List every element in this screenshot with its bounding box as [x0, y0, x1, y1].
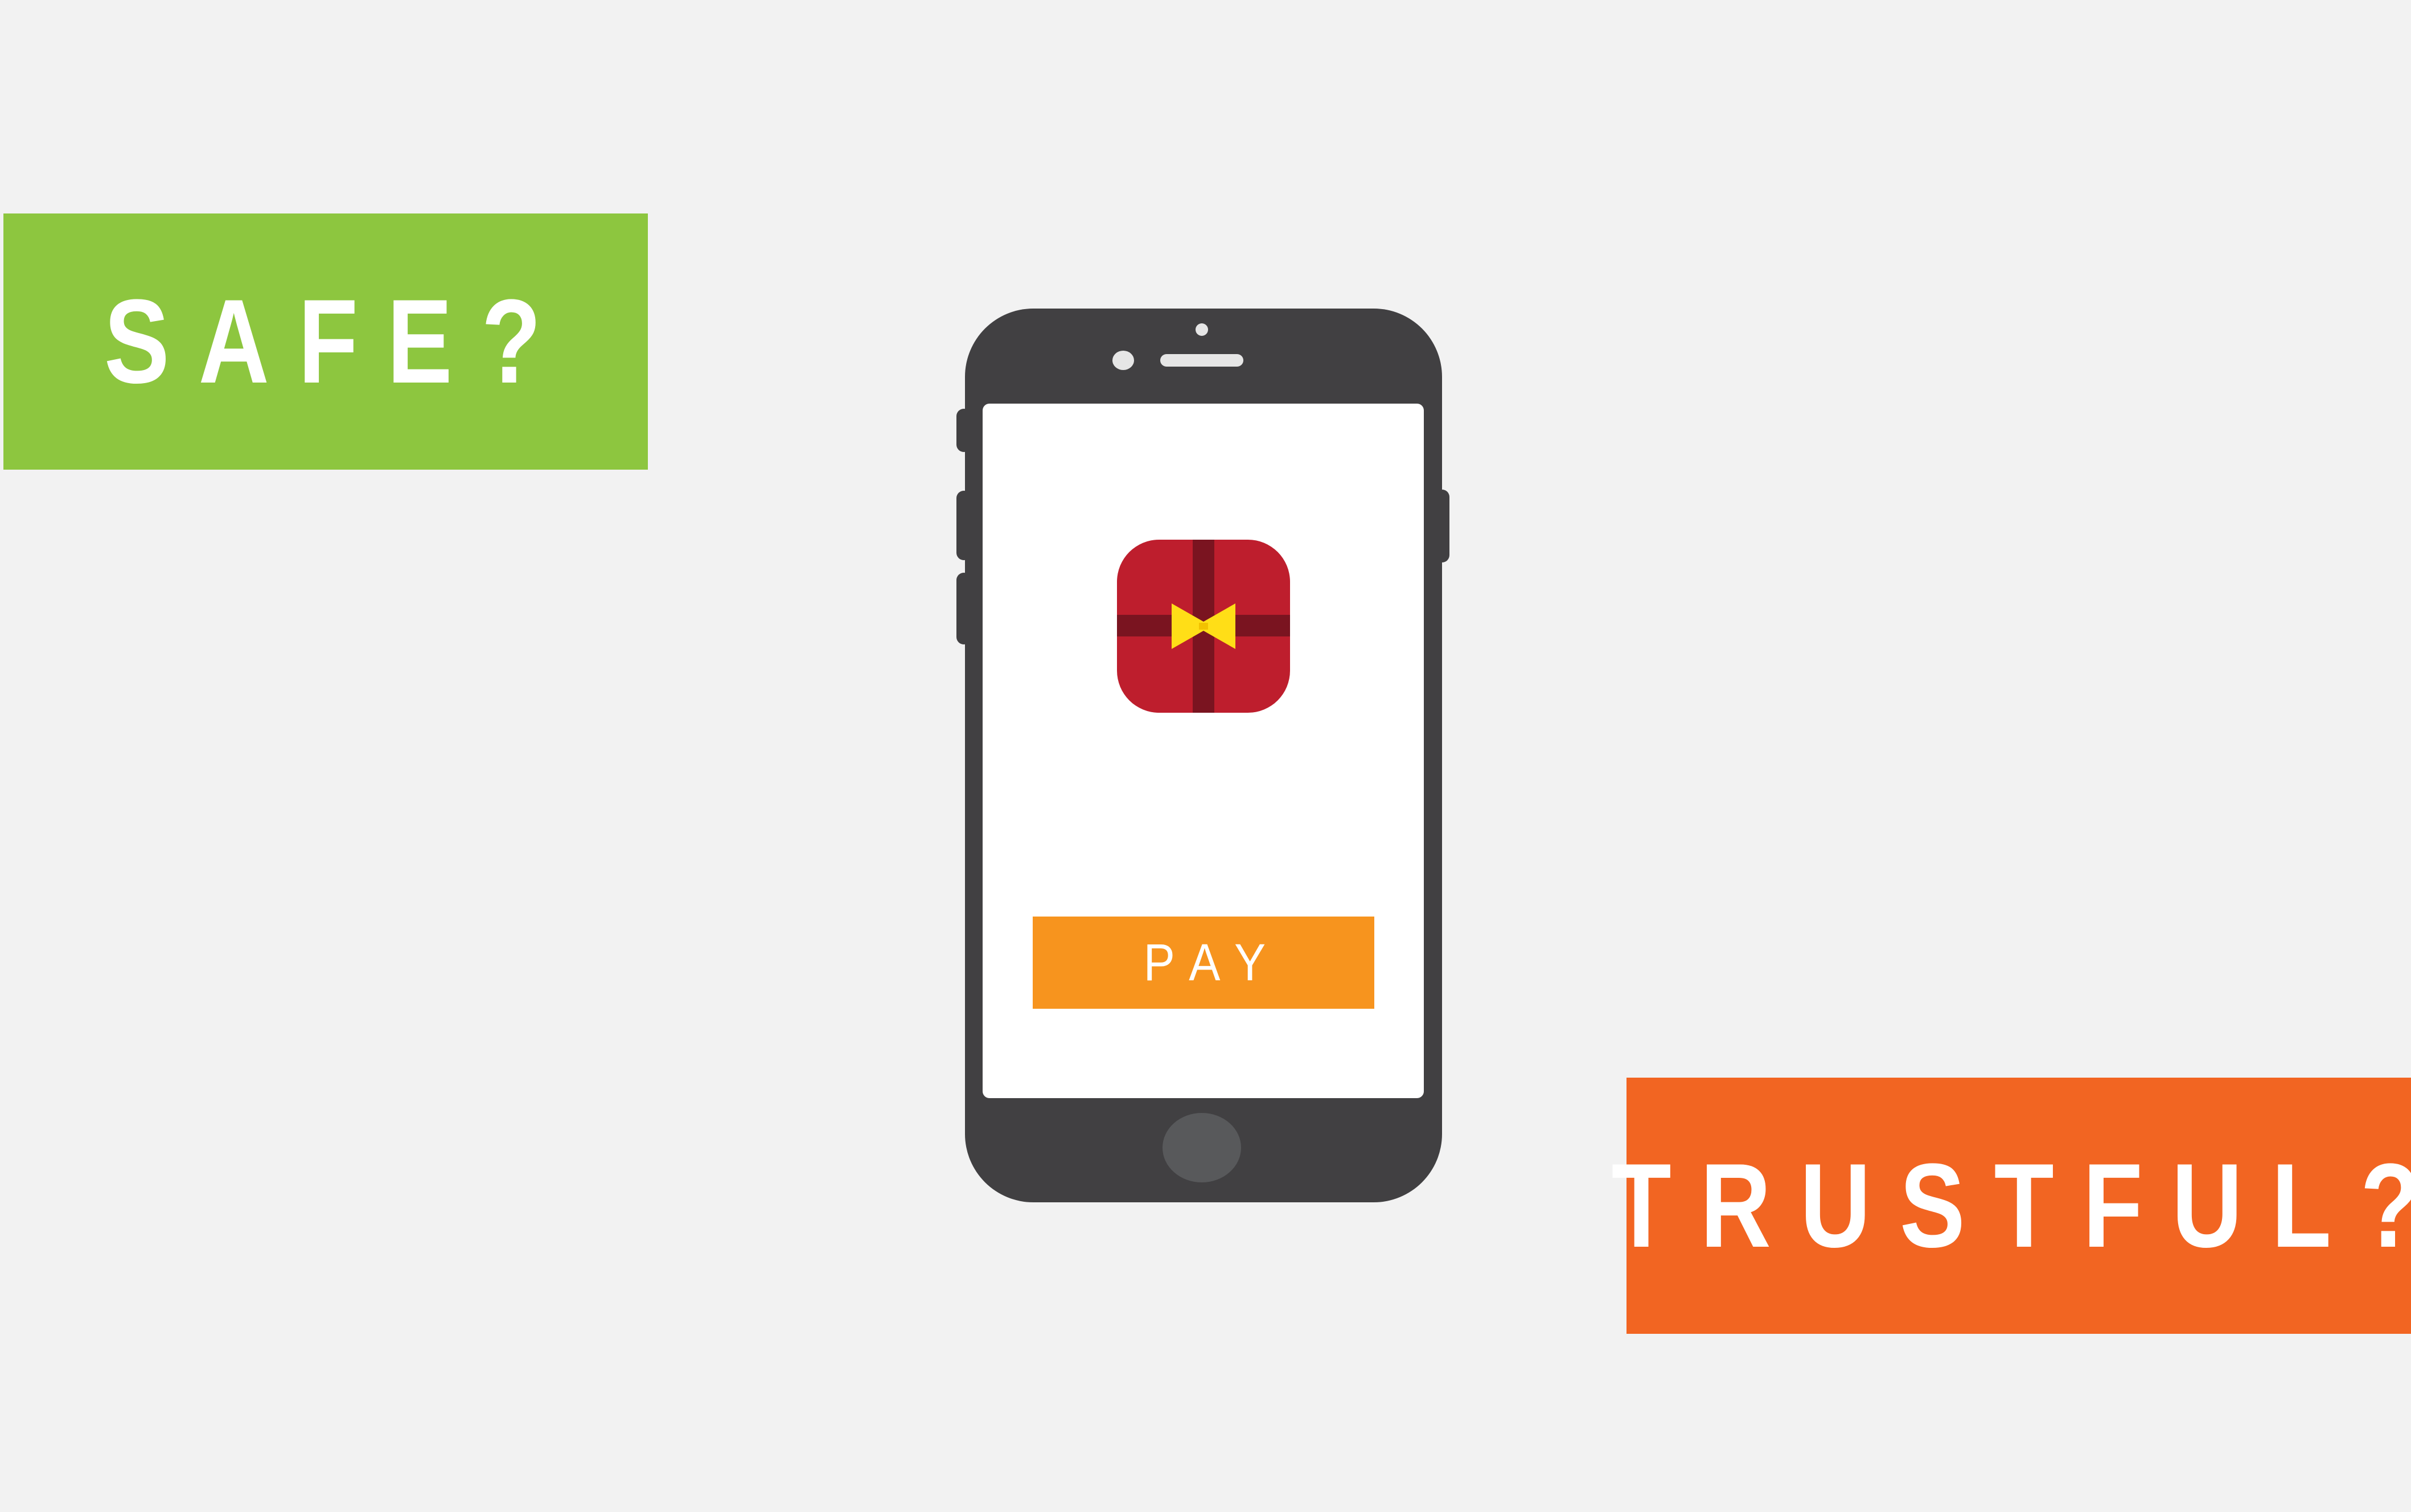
gift-bow-icon [1172, 603, 1235, 649]
phone-sensor [1196, 323, 1208, 336]
trustful-label-text: TRUSTFUL? [1611, 1139, 2411, 1272]
phone-speaker [1160, 354, 1243, 367]
trustful-label-banner: TRUSTFUL? [1611, 1078, 2411, 1334]
pay-button-label: PAY [1143, 934, 1283, 992]
gift-app-icon[interactable] [1117, 540, 1290, 713]
front-camera-icon [1112, 351, 1134, 370]
pay-button[interactable]: PAY [1033, 917, 1374, 1009]
safe-label-banner: SAFE? [3, 213, 648, 470]
safe-label-text: SAFE? [104, 274, 570, 408]
home-button[interactable] [1163, 1113, 1241, 1182]
illustration-canvas: SAFE? TRUSTFUL? PAY [0, 0, 2411, 1512]
